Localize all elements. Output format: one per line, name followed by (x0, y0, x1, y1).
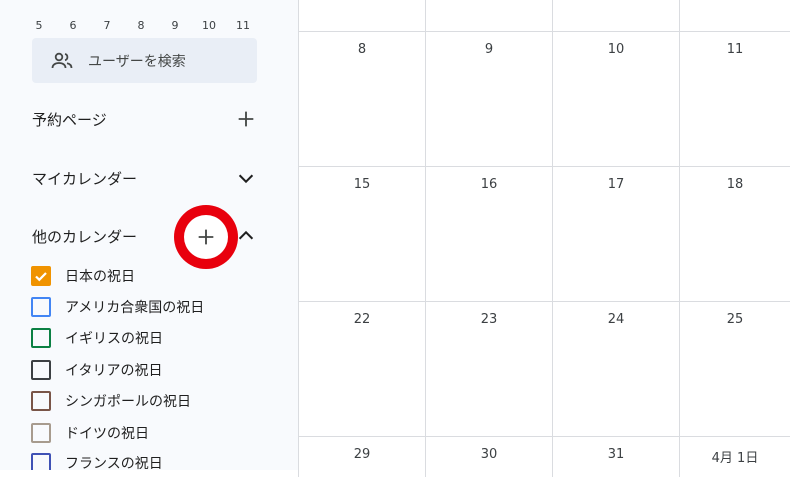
checkbox[interactable] (31, 360, 51, 380)
day-cell[interactable]: 16 (425, 167, 552, 302)
mini-day[interactable]: 1 (124, 0, 158, 4)
day-cell[interactable]: 8 (298, 32, 425, 167)
day-cell[interactable]: 29 (298, 437, 425, 477)
day-number[interactable]: 15 (299, 177, 425, 192)
check-icon (35, 272, 47, 282)
day-cell[interactable] (425, 0, 552, 32)
day-cell[interactable]: 31 (552, 437, 679, 477)
mini-day[interactable]: 4 (226, 0, 260, 4)
calendar-name: ドイツの祝日 (65, 426, 149, 442)
day-cell[interactable]: 15 (298, 167, 425, 302)
day-cell[interactable]: 30 (425, 437, 552, 477)
calendar-item[interactable]: イタリアの祝日 (31, 359, 162, 381)
day-number[interactable]: 22 (299, 312, 425, 327)
day-cell[interactable] (552, 0, 679, 32)
day-cell[interactable] (298, 0, 425, 32)
calendar-name: 日本の祝日 (65, 269, 135, 285)
day-number[interactable]: 24 (553, 312, 679, 327)
checkbox[interactable] (31, 453, 51, 470)
mini-day[interactable]: 29 (90, 0, 124, 4)
booking-pages-section: 予約ページ (32, 104, 257, 134)
search-placeholder: ユーザーを検索 (88, 53, 186, 70)
day-cell[interactable]: 4月 1日 (679, 437, 790, 477)
calendar-name: フランスの祝日 (65, 456, 163, 470)
mini-day[interactable]: 5 (22, 19, 56, 35)
day-cell[interactable]: 23 (425, 302, 552, 437)
day-cell[interactable]: 17 (552, 167, 679, 302)
day-number[interactable]: 31 (553, 447, 679, 462)
calendar-name: シンガポールの祝日 (65, 394, 191, 410)
calendar-item[interactable]: イギリスの祝日 (31, 327, 163, 349)
search-users-input[interactable]: ユーザーを検索 (32, 38, 257, 83)
mini-day[interactable]: 10 (192, 19, 226, 35)
mini-day[interactable]: 28 (56, 0, 90, 4)
day-number[interactable]: 9 (426, 42, 552, 57)
day-number[interactable]: 23 (426, 312, 552, 327)
day-cell[interactable]: 10 (552, 32, 679, 167)
day-cell[interactable]: 18 (679, 167, 790, 302)
people-icon (51, 52, 73, 68)
day-number[interactable]: 29 (299, 447, 425, 462)
mini-day[interactable]: 27 (22, 0, 56, 4)
mini-day[interactable]: 6 (56, 19, 90, 35)
day-cell[interactable]: 9 (425, 32, 552, 167)
checkbox[interactable] (31, 391, 51, 411)
mini-calendar-week: 5 6 7 8 9 10 11 (22, 19, 267, 35)
day-number[interactable]: 4月 1日 (680, 447, 790, 466)
mini-day[interactable]: 8 (124, 19, 158, 35)
plus-icon (198, 229, 214, 245)
calendar-item[interactable]: ドイツの祝日 (31, 422, 149, 444)
day-number[interactable]: 10 (553, 42, 679, 57)
checkbox[interactable] (31, 423, 51, 443)
checkbox[interactable] (31, 297, 51, 317)
add-button-inner (184, 215, 228, 259)
day-number[interactable]: 11 (680, 42, 790, 57)
calendar-item[interactable]: フランスの祝日 (31, 452, 163, 470)
day-number[interactable]: 18 (680, 177, 790, 192)
calendar-item[interactable]: アメリカ合衆国の祝日 (31, 296, 204, 318)
day-cell[interactable]: 11 (679, 32, 790, 167)
day-cell[interactable]: 25 (679, 302, 790, 437)
other-calendars-label: 他のカレンダー (32, 227, 138, 246)
month-grid: 8 9 10 11 15 16 17 18 22 23 24 25 29 30 … (298, 0, 790, 477)
calendar-name: イタリアの祝日 (65, 363, 163, 379)
day-cell[interactable]: 22 (298, 302, 425, 437)
day-cell[interactable]: 24 (552, 302, 679, 437)
booking-pages-label: 予約ページ (32, 110, 107, 129)
add-other-calendar-button[interactable] (174, 205, 238, 269)
day-number[interactable]: 8 (299, 42, 425, 57)
calendar-name: イギリスの祝日 (65, 331, 163, 347)
mini-day[interactable]: 3 (192, 0, 226, 4)
chevron-down-icon[interactable] (235, 167, 257, 189)
mini-calendar-prev-row: 27 28 29 1 2 3 4 (22, 0, 267, 4)
my-calendars-section[interactable]: マイカレンダー (32, 163, 257, 193)
day-number[interactable]: 16 (426, 177, 552, 192)
day-number[interactable]: 25 (680, 312, 790, 327)
calendar-item[interactable]: 日本の祝日 (31, 265, 135, 287)
mini-day[interactable]: 9 (158, 19, 192, 35)
sidebar: 27 28 29 1 2 3 4 5 6 7 8 9 10 11 ユーザーを検索… (0, 0, 298, 470)
day-cell[interactable] (679, 0, 790, 32)
checkbox-checked[interactable] (31, 266, 51, 286)
checkbox[interactable] (31, 328, 51, 348)
my-calendars-label: マイカレンダー (32, 169, 138, 188)
chevron-up-icon[interactable] (235, 225, 257, 247)
calendar-name: アメリカ合衆国の祝日 (65, 300, 205, 316)
mini-day[interactable]: 7 (90, 19, 124, 35)
day-number[interactable]: 30 (426, 447, 552, 462)
mini-day[interactable]: 2 (158, 0, 192, 4)
mini-day[interactable]: 11 (226, 19, 260, 35)
day-number[interactable]: 17 (553, 177, 679, 192)
plus-icon[interactable] (235, 108, 257, 130)
calendar-item[interactable]: シンガポールの祝日 (31, 390, 191, 412)
